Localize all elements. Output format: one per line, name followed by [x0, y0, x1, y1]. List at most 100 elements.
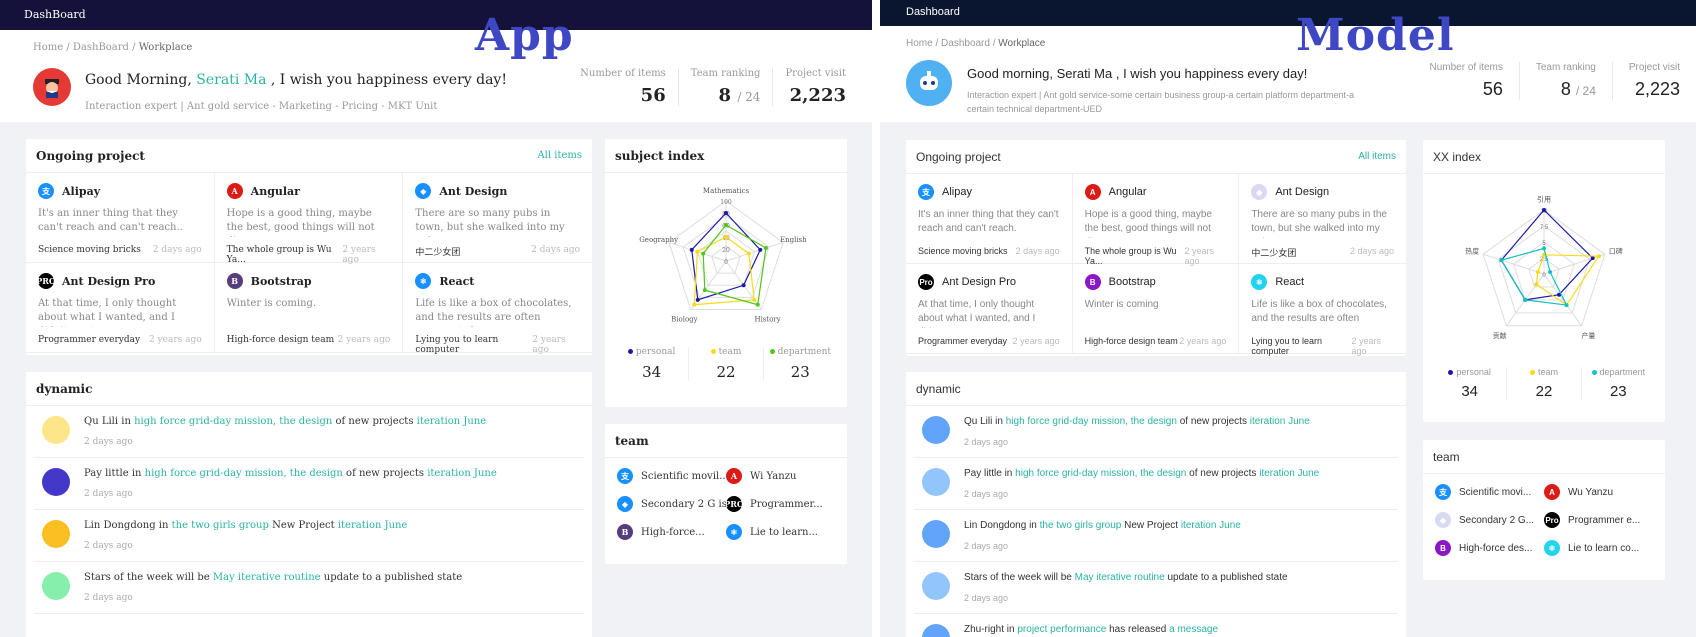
team-item[interactable]: 支 Scientific movil... [617, 468, 726, 484]
team-item[interactable]: ⚛ Lie to learn... [726, 524, 835, 540]
radar-point[interactable] [724, 223, 728, 227]
app-title[interactable]: DashBoard [24, 8, 86, 21]
radar-point[interactable] [746, 251, 751, 256]
radar-point[interactable] [695, 297, 700, 302]
project-team[interactable]: Lying you to learn computer [415, 335, 532, 355]
project-name[interactable]: Ant Design Pro [62, 275, 155, 288]
dynamic-link[interactable]: high force grid-day mission, the design [1015, 468, 1186, 479]
radar-point[interactable] [701, 251, 706, 256]
project-item[interactable]: ◆ Ant Design There are so many pubs in tow… [403, 173, 592, 263]
crumb-home[interactable]: Home [906, 38, 933, 49]
project-team[interactable]: The whole group is Wu Ya... [1085, 246, 1185, 266]
dynamic-link[interactable]: the two girls group [1040, 520, 1122, 531]
project-item[interactable]: A Angular Hope is a good thing, maybe the … [1072, 174, 1240, 266]
radar-point[interactable] [695, 249, 700, 254]
project-team[interactable]: The whole group is Wu Ya... [227, 245, 343, 265]
team-name: High-force... [641, 526, 705, 538]
project-name[interactable]: Ant Design Pro [942, 276, 1016, 288]
project-name[interactable]: Alipay [62, 185, 100, 198]
team-item[interactable]: B High-force... [617, 524, 726, 540]
dynamic-link[interactable]: high force grid-day mission, the design [145, 468, 343, 479]
project-item[interactable]: ⚛ React Life is like a box of chocolates, … [403, 263, 592, 355]
project-name[interactable]: React [1275, 276, 1304, 288]
project-item[interactable]: PRO Ant Design Pro At that time, I only th… [26, 263, 215, 353]
radar-point[interactable] [1534, 282, 1539, 287]
project-team[interactable]: Science moving bricks [918, 246, 1008, 256]
crumb-home[interactable]: Home [33, 42, 63, 53]
radar-point[interactable] [758, 247, 763, 252]
team-item[interactable]: ◆ Secondary 2 G is... [617, 496, 726, 512]
radar-point[interactable] [763, 246, 768, 251]
crumb-dashboard[interactable]: DashBoard [73, 42, 129, 53]
all-items-link[interactable]: All items [1358, 151, 1396, 162]
team-item[interactable]: B High-force des... [1435, 540, 1544, 556]
dynamic-link[interactable]: May iterative routine [1075, 572, 1165, 583]
crumb-dashboard[interactable]: Dashboard [941, 38, 990, 49]
radar-point[interactable] [724, 235, 728, 239]
radar-point[interactable] [1590, 256, 1595, 261]
dynamic-link-2[interactable]: iteration June [1181, 520, 1241, 531]
user-name-link[interactable]: Serati Ma [196, 72, 266, 88]
project-team[interactable]: Programmer everyday [38, 335, 140, 345]
radar-point[interactable] [1542, 246, 1546, 251]
radar-point[interactable] [1535, 270, 1540, 275]
radar-point[interactable] [1542, 208, 1546, 212]
team-item[interactable]: A Wi Yanzu [726, 468, 835, 484]
project-team[interactable]: High-force design team [227, 335, 334, 345]
project-item[interactable]: 支 Alipay It's an inner thing that they can… [906, 174, 1073, 264]
project-name[interactable]: Ant Design [1275, 186, 1329, 198]
radar-point[interactable] [689, 247, 694, 252]
project-name[interactable]: Alipay [942, 186, 972, 198]
team-item[interactable]: 支 Scientific movi... [1435, 484, 1544, 500]
project-title: 支 Alipay [918, 184, 1060, 200]
project-item[interactable]: Pro Ant Design Pro At that time, I only th… [906, 264, 1073, 354]
radar-point[interactable] [1596, 254, 1601, 259]
radar-point[interactable] [1523, 297, 1528, 302]
dynamic-link-2[interactable]: iteration June [338, 520, 408, 531]
dynamic-link[interactable]: high force grid-day mission, the design [134, 416, 332, 427]
project-name[interactable]: Angular [251, 185, 300, 198]
dynamic-link-2[interactable]: iteration June [1259, 468, 1319, 479]
project-name[interactable]: Bootstrap [1109, 276, 1156, 288]
team-item[interactable]: ◆ Secondary 2 G... [1435, 512, 1544, 528]
dynamic-link-2[interactable]: a message [1169, 624, 1218, 635]
team-item[interactable]: Pro Programmer e... [1544, 512, 1653, 528]
project-name[interactable]: Angular [1109, 186, 1147, 198]
radar-point[interactable] [702, 288, 707, 293]
project-team[interactable]: High-force design team [1085, 336, 1178, 346]
project-item[interactable]: A Angular Hope is a good thing, maybe the … [214, 173, 404, 265]
team-item[interactable]: PRO Programmer... [726, 496, 835, 512]
radar-point[interactable] [755, 302, 760, 307]
team-item[interactable]: A Wu Yanzu [1544, 484, 1653, 500]
radar-point[interactable] [692, 302, 697, 307]
team-item[interactable]: ⚛ Lie to learn co... [1544, 540, 1653, 556]
radar-point[interactable] [1499, 258, 1504, 263]
dynamic-link[interactable]: May iterative routine [213, 572, 321, 583]
dynamic-link[interactable]: high force grid-day mission, the design [1006, 416, 1177, 427]
dynamic-link-2[interactable]: iteration June [427, 468, 497, 479]
dynamic-link[interactable]: the two girls group [172, 520, 269, 531]
project-name[interactable]: Bootstrap [251, 275, 312, 288]
project-name[interactable]: Ant Design [439, 185, 507, 198]
app-title[interactable]: Dashboard [906, 6, 960, 18]
project-team[interactable]: 中二少女团 [1251, 246, 1296, 259]
project-team[interactable]: 中二少女团 [415, 245, 460, 258]
radar-point[interactable] [1564, 303, 1569, 308]
radar-point[interactable] [724, 211, 728, 215]
radar-point[interactable] [741, 283, 746, 288]
radar-point[interactable] [1548, 270, 1553, 275]
project-item[interactable]: B Bootstrap Winter is coming. High-force de… [214, 263, 404, 353]
project-name[interactable]: React [439, 275, 474, 288]
project-team[interactable]: Programmer everyday [918, 336, 1007, 346]
project-item[interactable]: ◆ Ant Design There are so many pubs in the… [1239, 174, 1406, 264]
project-team[interactable]: Lying you to learn computer [1251, 336, 1351, 356]
project-item[interactable]: ⚛ React Life is like a box of chocolates, … [1239, 264, 1406, 356]
dynamic-link[interactable]: project performance [1017, 624, 1106, 635]
project-team[interactable]: Science moving bricks [38, 245, 141, 255]
all-items-link[interactable]: All items [537, 150, 582, 161]
project-item[interactable]: B Bootstrap Winter is coming High-force des… [1072, 264, 1240, 354]
dynamic-link-2[interactable]: iteration June [417, 416, 487, 427]
project-item[interactable]: 支 Alipay It's an inner thing that they can… [26, 173, 215, 263]
radar-point[interactable] [752, 297, 757, 302]
dynamic-link-2[interactable]: iteration June [1250, 416, 1310, 427]
